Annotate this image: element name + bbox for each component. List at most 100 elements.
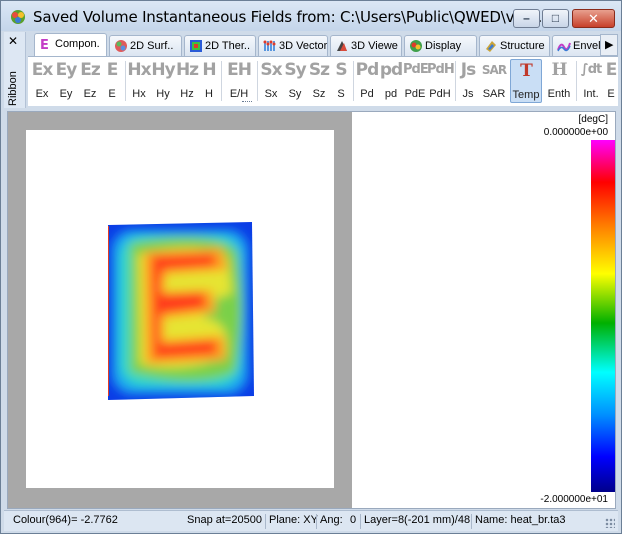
tool-pde[interactable]: PdE PdE [403,59,429,103]
tool-ex[interactable]: Ex Ex [30,59,54,103]
tool-label: Hy [156,88,170,100]
tool-hy[interactable]: Hy Hy [151,59,175,103]
close-button[interactable]: ✕ [572,9,615,28]
toolbar-separator [221,61,222,101]
tool-temp[interactable]: T Temp [510,59,542,103]
tool-label: Int. [583,88,599,100]
tab-structure[interactable]: Structure [479,35,550,56]
tab-2d-surface[interactable]: 2D Surf.. [109,35,182,56]
tool-label: Pd [360,88,374,100]
tool-hx[interactable]: Hx Hx [127,59,151,103]
tab-label: 3D Vector [279,40,328,52]
ribbon-side-panel: ✕ Ribbon [4,32,26,108]
sy-icon: Sy [284,60,306,80]
tool-integral[interactable]: ∫dt Int. [578,59,604,103]
tool-h[interactable]: HH [199,59,219,103]
sx-icon: Sx [260,60,282,80]
status-separator [360,514,361,529]
tab-3d-viewer[interactable]: 3D Viewe [330,35,402,56]
tab-3d-vector[interactable]: 3D Vector [258,35,328,56]
tool-label: pd [384,88,398,100]
tool-sx[interactable]: Sx Sx [259,59,283,103]
tool-hz[interactable]: Hz Hz [175,59,199,103]
enthalpy-icon: H [551,60,567,80]
thermal-icon [190,40,202,52]
tab-strip: E Compon. 2D Surf.. 2D Ther.. 3D Vector … [28,32,612,56]
ribbon-toolbar: Ex Ex Ey Ey Ez Ez EE Hx Hx Hy Hy Hz Hz HH EH E/… [28,56,618,106]
status-plane: Plane: XY [269,514,318,526]
status-separator [471,514,472,529]
eh-icon: EH [227,60,252,80]
tool-pd-lower[interactable]: pd pd [379,59,403,103]
tool-sy[interactable]: Sy Sy [283,59,307,103]
maximize-icon: □ [551,11,560,25]
tool-label: H [205,88,213,100]
tab-display[interactable]: Display [404,35,477,56]
app-logo-icon [11,10,25,24]
color-legend: [degC] 0.000000e+00 -2.000000e+01 [353,112,615,508]
ez-icon: Ez [80,60,101,80]
tool-sz[interactable]: Sz Sz [307,59,331,103]
display-icon [410,40,422,52]
temperature-field-map[interactable] [104,222,256,402]
tool-e[interactable]: EE [102,59,122,103]
integral-icon: ∫dt [580,62,602,77]
tab-components[interactable]: E Compon. [34,33,107,56]
tool-label: Sy [288,88,302,100]
chevron-right-icon: ▶ [605,39,614,51]
resize-grip-icon[interactable] [605,518,615,528]
toolbar-separator [576,61,577,101]
tab-2d-thermal[interactable]: 2D Ther.. [184,35,256,56]
dropdown-indicator [242,98,252,102]
tool-s[interactable]: SS [331,59,351,103]
e-icon: E [605,60,617,80]
tool-ey[interactable]: Ey Ey [54,59,78,103]
tool-label: PdE [404,88,426,100]
toolbar-separator [353,61,354,101]
window-title: Saved Volume Instantaneous Fields from: … [33,8,547,26]
e-icon: E [106,60,119,80]
sar-icon: SAR [481,63,507,77]
main-view: [degC] 0.000000e+00 -2.000000e+01 [7,111,616,509]
js-icon: Js [460,60,476,80]
pde-icon: PdE [403,62,429,77]
viewer-icon [337,41,347,51]
tab-label: 3D Viewe [351,40,398,52]
vector-icon [263,40,276,51]
tool-js[interactable]: Js Js [457,59,479,103]
maximize-button[interactable]: □ [542,9,569,28]
app-window: Saved Volume Instantaneous Fields from: … [0,0,622,534]
ribbon-close-icon[interactable]: ✕ [8,34,18,48]
tool-ez[interactable]: Ez Ez [78,59,102,103]
tool-e-extra[interactable]: EE [605,59,617,103]
field-canvas[interactable] [8,112,352,508]
title-bar[interactable]: Saved Volume Instantaneous Fields from: … [1,1,621,31]
toolbar-separator [125,61,126,101]
tool-label: Temp [512,89,540,101]
status-bar: Colour(964)= -2.7762 Snap at=20500 Plane… [4,510,618,531]
minimize-icon: – [523,11,530,25]
tool-enthalpy[interactable]: H Enth [544,59,574,103]
legend-min-value: -2.000000e+01 [540,494,608,505]
tool-e-over-h[interactable]: EH E/H [224,59,254,103]
tool-pd[interactable]: Pd Pd [355,59,380,103]
pd-icon: Pd [355,60,380,80]
tool-label: Sz [312,88,326,100]
minimize-button[interactable]: – [513,9,540,28]
tool-label: S [337,88,345,100]
pd-lower-icon: pd [379,60,403,80]
tab-label: Display [425,40,462,52]
tool-pdh[interactable]: PdH PdH [427,59,455,103]
tool-label: Ex [35,88,49,100]
tool-sar[interactable]: SAR SAR [480,59,508,103]
ribbon-label: Ribbon [7,71,19,106]
tab-label: Compon. [55,38,100,50]
tool-label: Ey [59,88,73,100]
tool-label: PdH [429,88,451,100]
tool-label: Hz [180,88,194,100]
status-colour-value: Colour(964)= -2.7762 [13,514,118,526]
tab-label: 2D Surf.. [130,40,174,52]
close-icon: ✕ [588,11,599,26]
tab-scroll-right-button[interactable]: ▶ [600,34,618,56]
legend-max-value: 0.000000e+00 [543,127,608,138]
